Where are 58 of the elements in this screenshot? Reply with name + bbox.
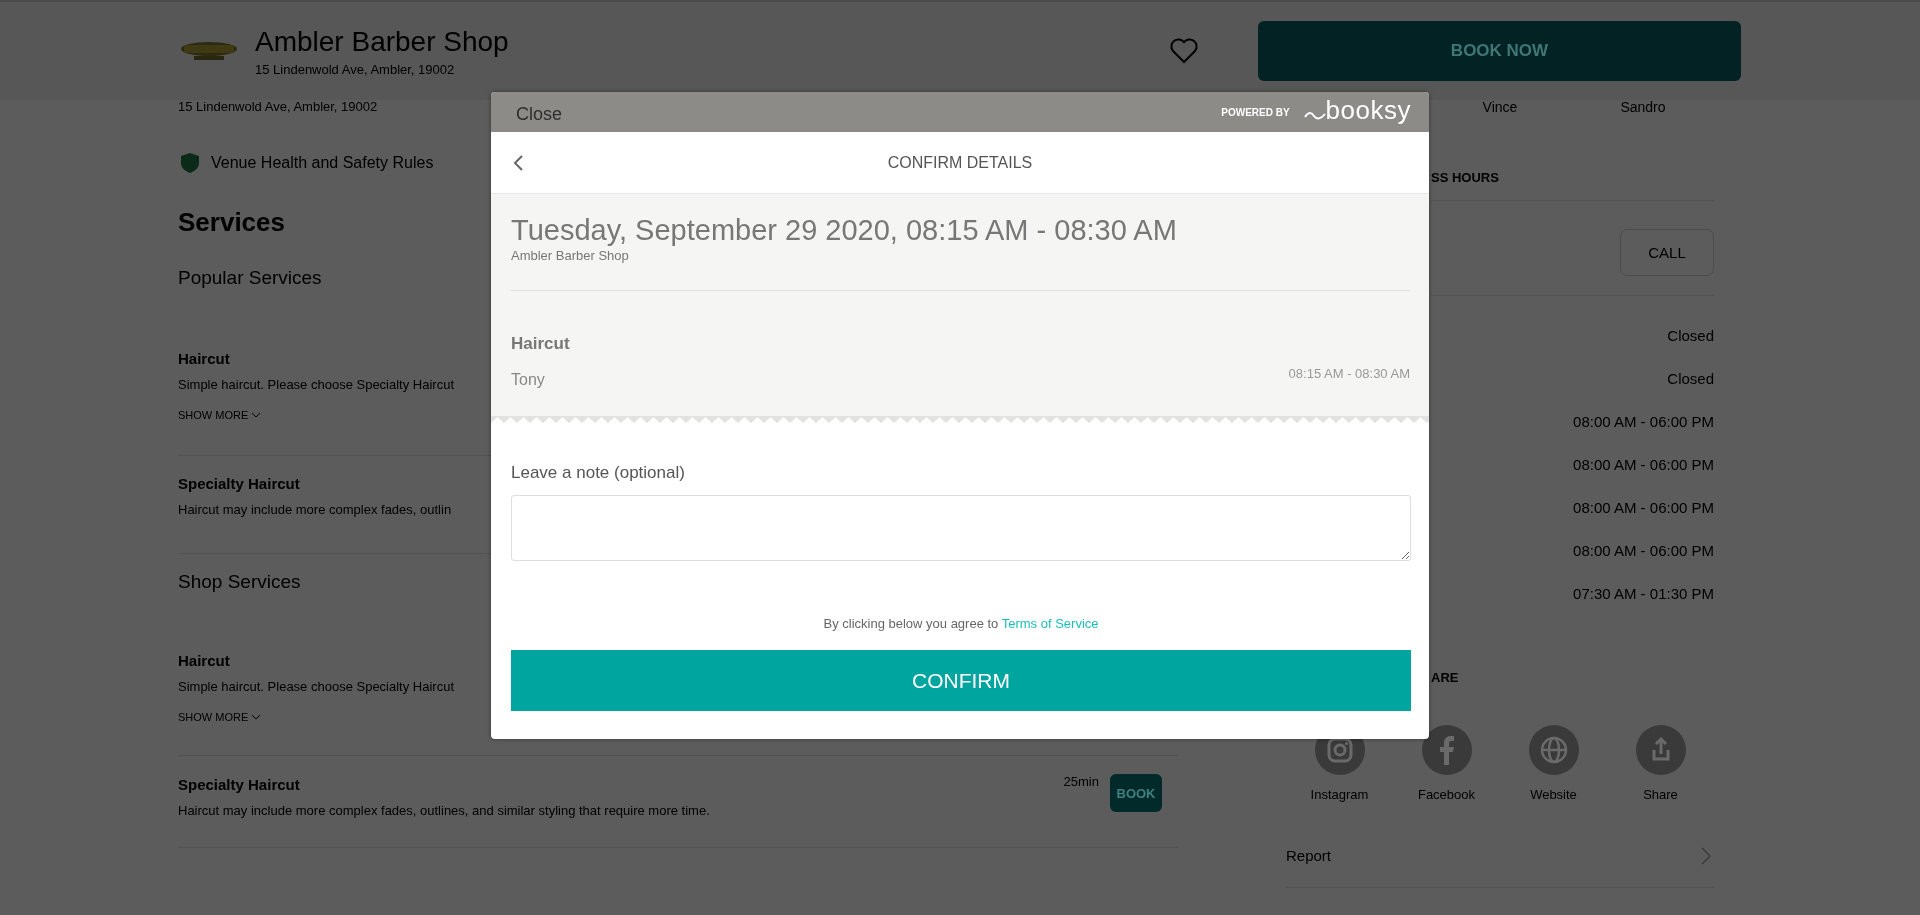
opening-hours: 08:00 AM - 06:00 PM: [1573, 412, 1714, 432]
appointment-time: 08:15 AM - 08:30 AM: [1288, 366, 1410, 382]
close-button[interactable]: Close: [516, 103, 563, 125]
agreement-text: By clicking below you agree to Terms of Service: [823, 616, 1099, 632]
service-description: Simple haircut. Please choose Specialty Haircut: [178, 679, 455, 695]
shield-icon: [180, 152, 200, 174]
section-heading: SS HOURS: [1431, 170, 1499, 186]
note-label: Leave a note (optional): [511, 463, 685, 483]
opening-hours: 08:00 AM - 06:00 PM: [1573, 455, 1714, 475]
globe-icon: [1528, 725, 1579, 775]
social-link[interactable]: Website: [1500, 725, 1607, 802]
social-link[interactable]: Share: [1607, 725, 1714, 802]
shop-name: Ambler Barber Shop: [511, 248, 629, 264]
staff-name: Tony: [511, 370, 545, 390]
heart-icon[interactable]: [1170, 38, 1198, 64]
opening-hours: 08:00 AM - 06:00 PM: [1573, 541, 1714, 561]
opening-hours: Closed: [1667, 326, 1714, 346]
service-duration: 25min: [1063, 775, 1099, 791]
show-more-link[interactable]: SHOW MORE: [178, 710, 262, 724]
group-title: Popular Services: [178, 266, 322, 290]
call-button[interactable]: CALL: [1620, 229, 1714, 276]
service-name: Specialty Haircut: [178, 474, 300, 494]
brand-name: booksy: [1325, 97, 1411, 123]
chevron-down-icon: [251, 713, 262, 721]
report-link[interactable]: Report: [1286, 847, 1332, 865]
chevron-right-icon: [1701, 847, 1711, 865]
back-icon[interactable]: [512, 153, 524, 172]
address-text: 15 Lindenwold Ave, Ambler, 19002: [178, 100, 378, 114]
service-name: Haircut: [178, 651, 230, 671]
book-now-button[interactable]: BOOK NOW: [1258, 21, 1741, 81]
shop-address: 15 Lindenwold Ave, Ambler, 19002: [255, 62, 455, 78]
confirm-button[interactable]: CONFIRM: [511, 650, 1411, 711]
share-icon: [1635, 725, 1686, 775]
staff-name[interactable]: Sandro: [1578, 100, 1708, 114]
appointment-date: Tuesday, September 29 2020, 08:15 AM - 08:30 AM: [511, 213, 1177, 247]
terms-link[interactable]: Terms of Service: [1001, 616, 1099, 631]
book-button[interactable]: BOOK: [1110, 774, 1162, 812]
dialog-title: CONFIRM DETAILS: [887, 153, 1033, 171]
service-description: Simple haircut. Please choose Specialty Haircut: [178, 377, 455, 393]
service-name: Specialty Haircut: [178, 775, 300, 795]
facebook-icon: [1421, 725, 1472, 775]
service-name: Haircut: [511, 334, 570, 354]
opening-hours: Closed: [1667, 369, 1714, 389]
opening-hours: 08:00 AM - 06:00 PM: [1573, 498, 1714, 518]
staff-name[interactable]: Vince: [1435, 100, 1565, 114]
group-title: Shop Services: [178, 570, 301, 594]
chevron-down-icon: [251, 411, 262, 419]
opening-hours: 07:30 AM - 01:30 PM: [1573, 584, 1714, 604]
service-description: Haircut may include more complex fades, outlin: [178, 502, 452, 518]
shop-name: Ambler Barber Shop: [255, 26, 509, 58]
social-link[interactable]: Facebook: [1393, 725, 1500, 802]
section-heading: ARE: [1431, 670, 1459, 686]
service-name: Haircut: [178, 349, 230, 369]
health-rules-link[interactable]: Venue Health and Safety Rules: [211, 154, 434, 172]
powered-by-label: POWERED BY: [1221, 106, 1290, 118]
section-title: Services: [178, 206, 285, 238]
service-description: Haircut may include more complex fades, outlines, and similar styling that require more time.: [178, 803, 710, 819]
show-more-link[interactable]: SHOW MORE: [178, 408, 262, 422]
